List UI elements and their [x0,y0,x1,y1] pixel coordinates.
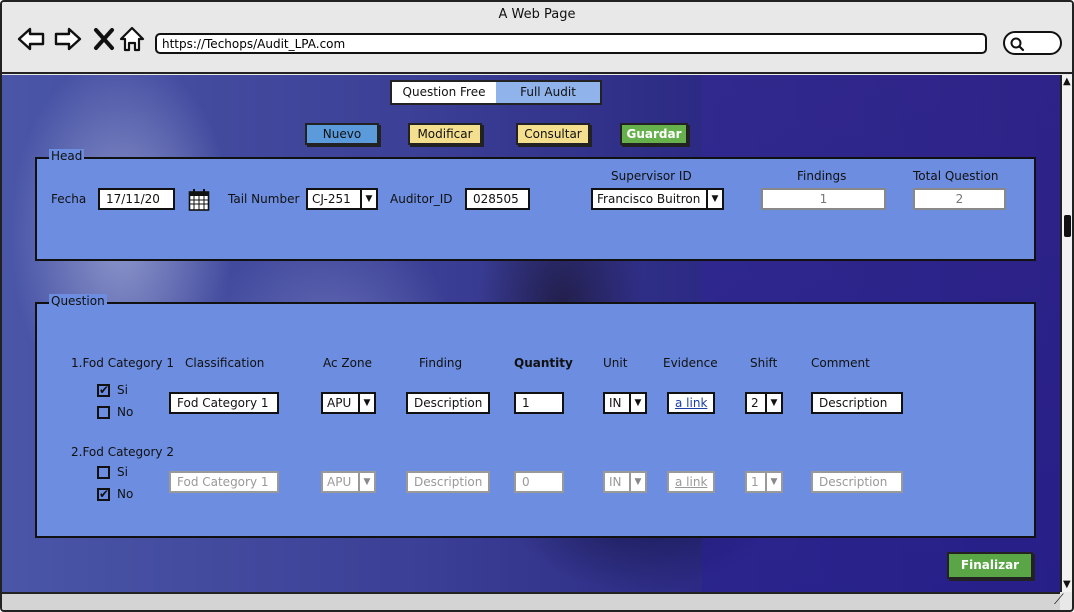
header-evidence: Evidence [663,356,718,370]
close-icon[interactable] [90,24,120,54]
tail-number-value: CJ-251 [312,192,351,206]
supervisor-id-value: Francisco Buitron [597,192,701,206]
chevron-down-icon: ▼ [706,190,722,208]
question-1-quantity-field[interactable]: 1 [514,392,564,414]
chevron-down-icon: ▼ [765,394,781,412]
calendar-icon[interactable] [188,188,210,212]
question-2-evidence-link[interactable]: a link [667,471,715,493]
question-2-unit-value: IN [609,475,622,489]
fecha-label: Fecha [51,192,87,206]
question-2-ac-zone-select[interactable]: APU ▼ [321,471,376,493]
audit-mode-tabs: Question Free Full Audit [390,80,602,105]
scrollbar-thumb[interactable] [1064,215,1071,237]
total-question-field: 2 [913,188,1006,210]
browser-search-box[interactable] [1003,31,1062,55]
question-2-unit-select[interactable]: IN ▼ [603,471,647,493]
question-2-no-checkbox[interactable]: ✔ [97,488,110,501]
question-2-finding-field[interactable]: Description [406,471,490,493]
header-comment: Comment [811,356,870,370]
forward-arrow-icon[interactable] [53,24,83,54]
chevron-down-icon: ▼ [358,473,374,491]
address-bar[interactable] [155,33,987,54]
question-2-quantity-field[interactable]: 0 [514,471,564,493]
browser-titlebar: A Web Page [2,2,1072,74]
question-1-unit-select[interactable]: IN ▼ [603,392,647,414]
question-2-si-checkbox[interactable] [97,466,110,479]
window-title: A Web Page [498,7,576,22]
finalizar-button[interactable]: Finalizar [947,552,1033,579]
findings-field: 1 [761,188,886,210]
auditor-id-label: Auditor_ID [390,192,453,206]
question-1-si-label: Si [117,383,128,397]
question-2-title: 2.Fod Category 2 [71,445,174,459]
header-ac-zone: Ac Zone [323,356,372,370]
question-2-comment-field[interactable]: Description [811,471,903,493]
question-1-ac-zone-value: APU [327,396,352,410]
header-shift: Shift [750,356,778,370]
question-1-shift-value: 2 [751,396,759,410]
tail-number-label: Tail Number [228,192,300,206]
tail-number-select[interactable]: CJ-251 ▼ [306,188,378,210]
chevron-down-icon: ▼ [358,394,374,412]
chevron-down-icon: ▼ [360,190,376,208]
resize-grip-icon[interactable]: ⟋ [1054,592,1064,608]
nuevo-button[interactable]: Nuevo [305,123,379,145]
chevron-down-icon: ▼ [765,473,781,491]
question-1-evidence-link[interactable]: a link [667,392,715,414]
page-viewport: Question Free Full Audit Nuevo Modificar… [2,75,1060,592]
question-1-shift-select[interactable]: 2 ▼ [745,392,783,414]
back-arrow-icon[interactable] [16,24,46,54]
modificar-button[interactable]: Modificar [408,123,482,145]
question-1-ac-zone-select[interactable]: APU ▼ [321,392,376,414]
tab-full-audit[interactable]: Full Audit [496,82,600,103]
consultar-button[interactable]: Consultar [516,123,590,145]
browser-window: A Web Page Question Free Full Audit Nuev… [0,0,1074,612]
question-1-no-label: No [117,405,134,419]
supervisor-id-label: Supervisor ID [611,169,692,183]
tab-question-free[interactable]: Question Free [392,82,496,103]
vertical-scrollbar[interactable]: ▲ ▼ [1060,75,1072,592]
question-panel: Question Classification Ac Zone Finding … [35,294,1036,538]
question-1-no-checkbox[interactable] [97,406,110,419]
guardar-button[interactable]: Guardar [620,123,688,145]
fecha-field[interactable]: 17/11/20 [98,188,175,210]
question-1-title: 1.Fod Category 1 [71,356,174,370]
question-2-no-label: No [117,487,134,501]
scroll-up-icon[interactable]: ▲ [1063,77,1071,87]
question-2-shift-value: 1 [751,475,759,489]
head-panel: Head Fecha 17/11/20 Tail Number CJ-251 ▼… [35,149,1036,261]
findings-label: Findings [797,169,847,183]
header-finding: Finding [419,356,463,370]
header-classification: Classification [185,356,265,370]
scroll-down-icon[interactable]: ▼ [1063,580,1071,590]
head-legend: Head [49,149,85,163]
auditor-id-field[interactable]: 028505 [465,188,530,210]
search-icon [1010,37,1025,52]
question-legend: Question [49,294,107,308]
question-2-ac-zone-value: APU [327,475,352,489]
question-1-comment-field[interactable]: Description [811,392,903,414]
question-2-si-label: Si [117,465,128,479]
question-1-unit-value: IN [609,396,622,410]
supervisor-id-select[interactable]: Francisco Buitron ▼ [591,188,724,210]
header-quantity: Quantity [514,356,573,370]
header-unit: Unit [603,356,628,370]
question-1-classification-field[interactable]: Fod Category 1 [169,392,279,414]
question-1-si-checkbox[interactable]: ✔ [97,384,110,397]
question-2-shift-select[interactable]: 1 ▼ [745,471,783,493]
status-bar [2,592,1060,610]
home-icon[interactable] [117,24,147,54]
chevron-down-icon: ▼ [629,473,645,491]
total-question-label: Total Question [913,169,999,183]
question-1-finding-field[interactable]: Description [406,392,490,414]
chevron-down-icon: ▼ [629,394,645,412]
question-2-classification-field[interactable]: Fod Category 1 [169,471,279,493]
